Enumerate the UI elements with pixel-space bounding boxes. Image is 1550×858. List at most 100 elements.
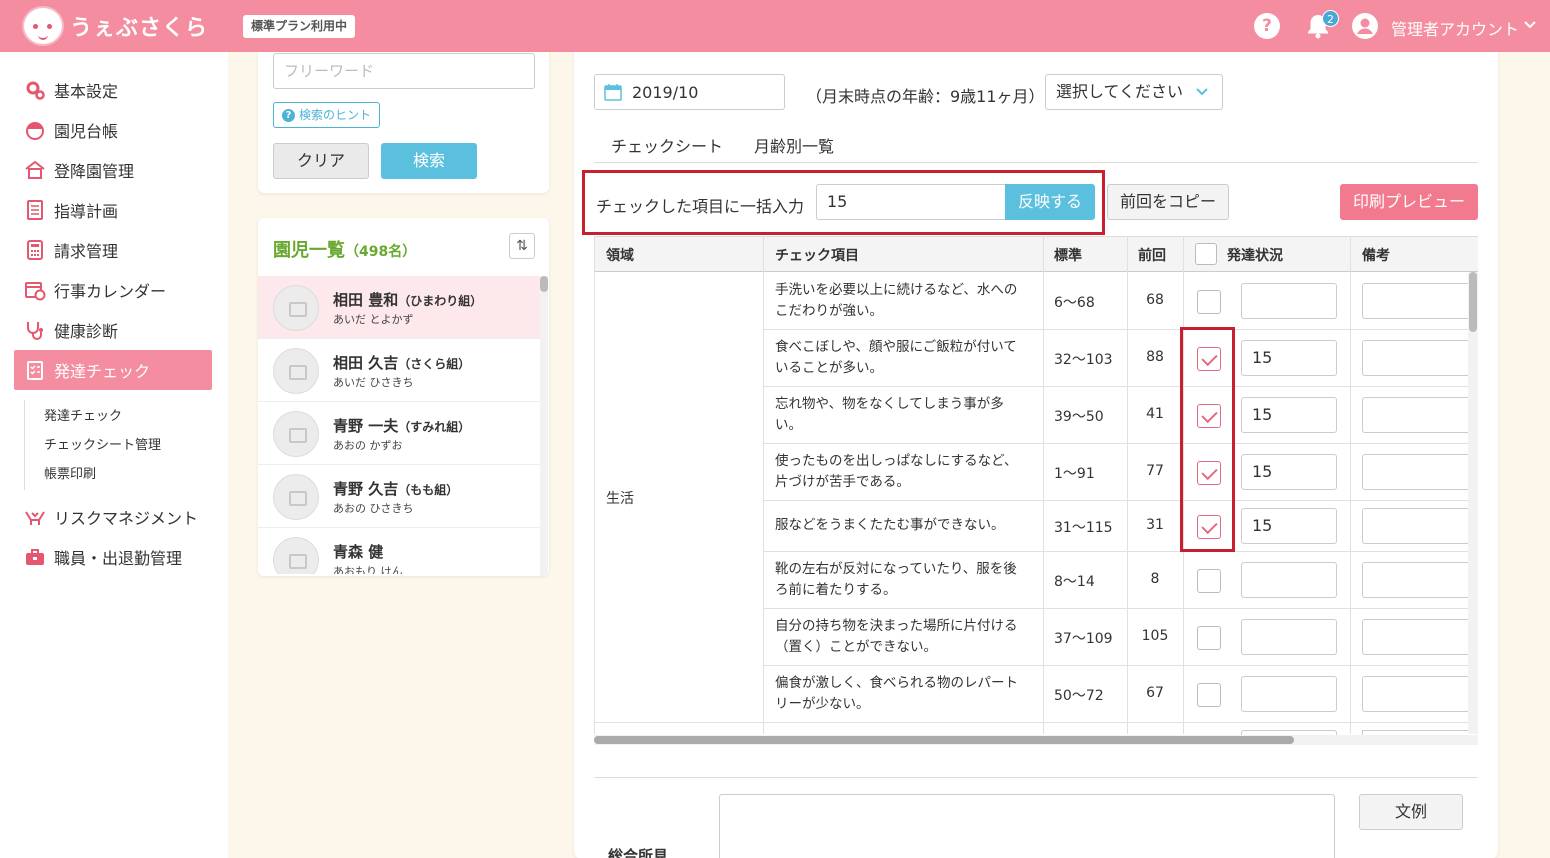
list-item[interactable]: 青野 久吉（もも組） あおの ひさきち — [258, 465, 540, 528]
sidebar-item-event-calendar[interactable]: 行事カレンダー — [14, 270, 212, 310]
previous-value: 105 — [1141, 628, 1169, 644]
avatar — [273, 285, 319, 331]
sidebar-item-attendance[interactable]: 登降園管理 — [14, 150, 212, 190]
standard-value: 6〜68 — [1054, 295, 1095, 311]
submenu-divider — [24, 400, 25, 490]
remarks-input[interactable] — [1362, 619, 1468, 655]
status-input[interactable]: 15 — [1241, 508, 1337, 544]
row-checkbox[interactable] — [1197, 290, 1221, 314]
clear-button[interactable]: クリア — [273, 143, 369, 179]
select-all-checkbox[interactable] — [1195, 243, 1217, 265]
sidebar-item-label: 登降園管理 — [54, 162, 135, 181]
sort-icon[interactable]: ⇅ — [509, 233, 535, 259]
column-development-status: 発達状況 — [1227, 248, 1283, 264]
remarks-input[interactable] — [1362, 562, 1468, 598]
status-input[interactable]: 15 — [1241, 454, 1337, 490]
sidebar-item-label: 発達チェック — [54, 362, 151, 381]
previous-value: 31 — [1146, 517, 1164, 533]
table-horizontal-scrollbar[interactable] — [594, 735, 1478, 745]
tab-age-list[interactable]: 月齢別一覧 — [754, 133, 834, 157]
check-item-text: 忘れ物や、物をなくしてしまう事が多い。 — [775, 396, 1004, 433]
table-vertical-scrollbar[interactable] — [1468, 272, 1478, 734]
sidebar-item-billing[interactable]: 請求管理 — [14, 230, 212, 270]
column-remarks: 備考 — [1362, 248, 1390, 264]
standard-value: 31〜115 — [1054, 520, 1113, 536]
child-list: 相田 豊和（ひまわり組） あいだ とよかず 相田 久吉（さくら組） あいだ ひさ… — [258, 276, 540, 574]
avatar — [273, 537, 319, 574]
print-preview-button[interactable]: 印刷プレビュー — [1340, 184, 1478, 220]
submenu-development-check[interactable]: 発達チェック — [44, 405, 122, 424]
avatar — [273, 348, 319, 394]
search-hint-label: 検索のヒント — [299, 108, 372, 122]
status-input[interactable]: 15 — [1241, 340, 1337, 376]
sidebar-item-health-check[interactable]: 健康診断 — [14, 310, 212, 350]
status-input[interactable] — [1241, 562, 1337, 598]
status-input[interactable] — [1241, 676, 1337, 712]
sidebar-item-staff-attendance[interactable]: 職員・出退勤管理 — [14, 537, 212, 577]
row-checkbox[interactable] — [1197, 569, 1221, 593]
remarks-input[interactable] — [1362, 340, 1468, 376]
submenu-form-print[interactable]: 帳票印刷 — [44, 463, 96, 482]
previous-value: 88 — [1146, 349, 1164, 365]
column-domain: 領域 — [606, 248, 634, 264]
list-item[interactable]: 青森 健 あおもり けん — [258, 528, 540, 574]
sidebar-item-risk-management[interactable]: リスクマネジメント — [14, 497, 212, 537]
row-checkbox[interactable] — [1197, 626, 1221, 650]
sidebar-item-label: 健康診断 — [54, 322, 119, 341]
app-logo[interactable]: うぇぶさくら — [22, 6, 208, 46]
remarks-input[interactable] — [1362, 676, 1468, 712]
example-text-button[interactable]: 文例 — [1359, 794, 1463, 830]
sidebar-item-label: 園児台帳 — [54, 122, 119, 141]
status-input[interactable] — [1241, 283, 1337, 319]
sidebar-item-child-register[interactable]: 園児台帳 — [14, 110, 212, 150]
tab-divider — [594, 162, 1478, 163]
apply-button[interactable]: 反映する — [1005, 184, 1095, 220]
chevron-down-icon[interactable] — [1523, 18, 1537, 32]
overall-comment-textarea[interactable] — [719, 794, 1335, 858]
list-item[interactable]: 相田 豊和（ひまわり組） あいだ とよかず — [258, 276, 540, 339]
sidebar-item-guidance-plan[interactable]: 指導計画 — [14, 190, 212, 230]
child-list-scrollbar[interactable] — [540, 276, 548, 576]
bulk-input-field[interactable]: 15 — [816, 184, 1006, 220]
search-button[interactable]: 検索 — [381, 143, 477, 179]
hands-icon — [25, 511, 45, 525]
tab-checksheet[interactable]: チェックシート — [611, 133, 723, 157]
remarks-input[interactable] — [1362, 454, 1468, 490]
remarks-input[interactable] — [1362, 397, 1468, 433]
remarks-input[interactable] — [1362, 508, 1468, 544]
month-picker[interactable]: 2019/10 — [594, 74, 785, 110]
sidebar-item-label: 行事カレンダー — [54, 282, 167, 301]
sidebar-item-label: 請求管理 — [54, 242, 119, 261]
check-item-text: 偏食が激しく、食べられる物のレパートリーが少ない。 — [775, 675, 1018, 712]
sidebar-item-development-check[interactable]: 発達チェック — [14, 350, 212, 390]
copy-previous-button[interactable]: 前回をコピー — [1107, 184, 1229, 220]
account-name[interactable]: 管理者アカウント — [1391, 16, 1519, 40]
list-item[interactable]: 相田 久吉（さくら組） あいだ ひさきち — [258, 339, 540, 402]
list-item[interactable]: 青野 一夫（すみれ組） あおの かずお — [258, 402, 540, 465]
child-list-title: 園児一覧（498名） — [273, 240, 417, 261]
sidebar-item-basic-settings[interactable]: 基本設定 — [14, 70, 212, 110]
remarks-input[interactable] — [1362, 283, 1468, 319]
help-icon[interactable]: ? — [1254, 13, 1280, 39]
checkbox-highlight — [1180, 327, 1235, 552]
sidebar-item-label: 基本設定 — [54, 82, 119, 101]
user-icon[interactable] — [1352, 13, 1378, 39]
checklist-icon — [27, 361, 43, 380]
search-hint-button[interactable]: ? 検索のヒント — [273, 102, 381, 128]
check-item-text: 食べこぼしや、顔や服にご飯粒が付いていることが多い。 — [775, 339, 1017, 376]
submenu-checksheet-management[interactable]: チェックシート管理 — [44, 434, 161, 453]
standard-value: 8〜14 — [1054, 574, 1095, 590]
previous-value: 67 — [1146, 685, 1164, 701]
check-item-text: 使ったものを出しっぱなしにするなど、片づけが苦手である。 — [775, 453, 1018, 490]
selected-month: 2019/10 — [632, 83, 699, 102]
status-input[interactable] — [1241, 619, 1337, 655]
chevron-down-icon — [1196, 88, 1208, 96]
column-check-item: チェック項目 — [775, 248, 859, 264]
notebook-icon — [27, 200, 43, 220]
calendar-icon — [604, 84, 622, 101]
search-input[interactable]: フリーワード — [273, 53, 535, 89]
bulk-input-label: チェックした項目に一括入力 — [596, 197, 805, 216]
row-checkbox[interactable] — [1197, 683, 1221, 707]
status-input[interactable]: 15 — [1241, 397, 1337, 433]
sheet-select[interactable]: 選択してください — [1045, 74, 1223, 110]
